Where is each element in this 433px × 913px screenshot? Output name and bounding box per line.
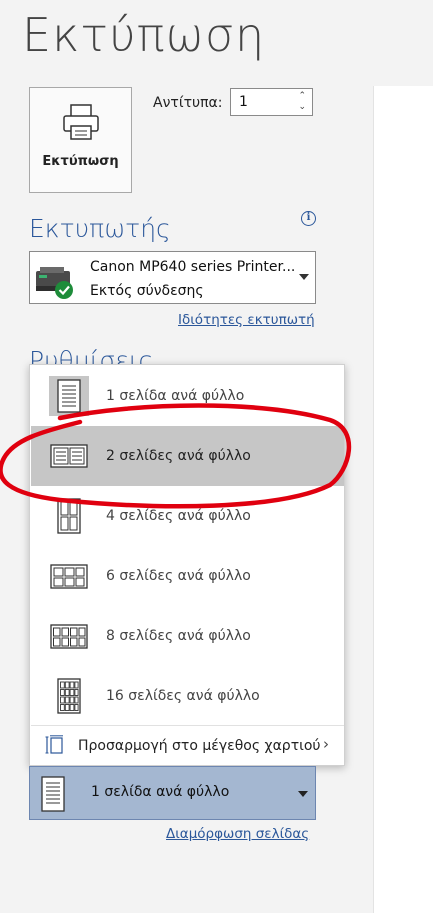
menu-item-1-page[interactable]: 1 σελίδα ανά φύλλο (31, 366, 344, 426)
chevron-right-icon: › (323, 735, 329, 753)
one-page-icon (49, 376, 89, 416)
page-setup-link[interactable]: Διαμόρφωση σελίδας (166, 826, 309, 842)
printer-device-icon (36, 267, 73, 299)
copies-label: Αντίτυπα: (153, 95, 223, 111)
chevron-down-icon[interactable]: ⌄ (298, 102, 306, 113)
menu-item-label: 16 σελίδες ανά φύλλο (106, 688, 260, 704)
printer-heading: Εκτυπωτής (29, 214, 171, 243)
pages-per-sheet-select[interactable]: 1 σελίδα ανά φύλλο (29, 766, 316, 820)
eight-pages-icon (50, 624, 88, 649)
menu-item-8-pages[interactable]: 8 σελίδες ανά φύλλο (31, 606, 344, 666)
divider (373, 86, 374, 913)
print-button[interactable]: Εκτύπωση (29, 87, 132, 193)
menu-item-6-pages[interactable]: 6 σελίδες ανά φύλλο (31, 546, 344, 606)
fit-to-paper-label: Προσαρμογή στο μέγεθος χαρτιού (78, 738, 321, 754)
menu-item-2-pages[interactable]: 2 σελίδες ανά φύλλο (31, 426, 344, 486)
caret-down-icon[interactable] (298, 791, 308, 797)
menu-item-label: 2 σελίδες ανά φύλλο (106, 448, 251, 464)
printer-icon (62, 104, 99, 140)
two-pages-icon (50, 444, 88, 468)
chevron-up-icon[interactable]: ⌃ (298, 91, 306, 102)
four-pages-icon (57, 498, 81, 534)
page-title: Εκτύπωση (22, 8, 266, 62)
caret-down-icon[interactable] (299, 274, 309, 280)
printer-status: Εκτός σύνδεσης (90, 283, 204, 299)
info-icon[interactable]: i (301, 211, 316, 226)
menu-item-label: 6 σελίδες ανά φύλλο (106, 568, 251, 584)
print-button-label: Εκτύπωση (42, 154, 119, 169)
menu-item-label: 4 σελίδες ανά φύλλο (106, 508, 251, 524)
one-page-icon (41, 776, 65, 812)
printer-select[interactable]: Canon MP640 series Printer... Εκτός σύνδ… (29, 251, 316, 304)
printer-name: Canon MP640 series Printer... (90, 259, 296, 275)
six-pages-icon (50, 564, 88, 589)
menu-item-fit-to-paper[interactable]: Προσαρμογή στο μέγεθος χαρτιού › (31, 726, 344, 766)
menu-item-4-pages[interactable]: 4 σελίδες ανά φύλλο (31, 486, 344, 546)
copies-spin-buttons[interactable]: ⌃ ⌄ (298, 91, 306, 113)
copies-stepper[interactable]: 1 ⌃ ⌄ (230, 88, 313, 116)
sixteen-pages-icon (57, 678, 81, 714)
preview-pane (374, 86, 433, 913)
pages-per-sheet-value: 1 σελίδα ανά φύλλο (91, 784, 230, 800)
scale-to-paper-icon (45, 735, 63, 754)
pages-per-sheet-menu: 1 σελίδα ανά φύλλο 2 σελίδες ανά φύλλο 4… (29, 364, 345, 766)
printer-properties-link[interactable]: Ιδιότητες εκτυπωτή (178, 312, 315, 328)
copies-value[interactable]: 1 (239, 94, 248, 110)
menu-item-16-pages[interactable]: 16 σελίδες ανά φύλλο (31, 666, 344, 726)
menu-item-label: 8 σελίδες ανά φύλλο (106, 628, 251, 644)
menu-item-label: 1 σελίδα ανά φύλλο (106, 388, 245, 404)
